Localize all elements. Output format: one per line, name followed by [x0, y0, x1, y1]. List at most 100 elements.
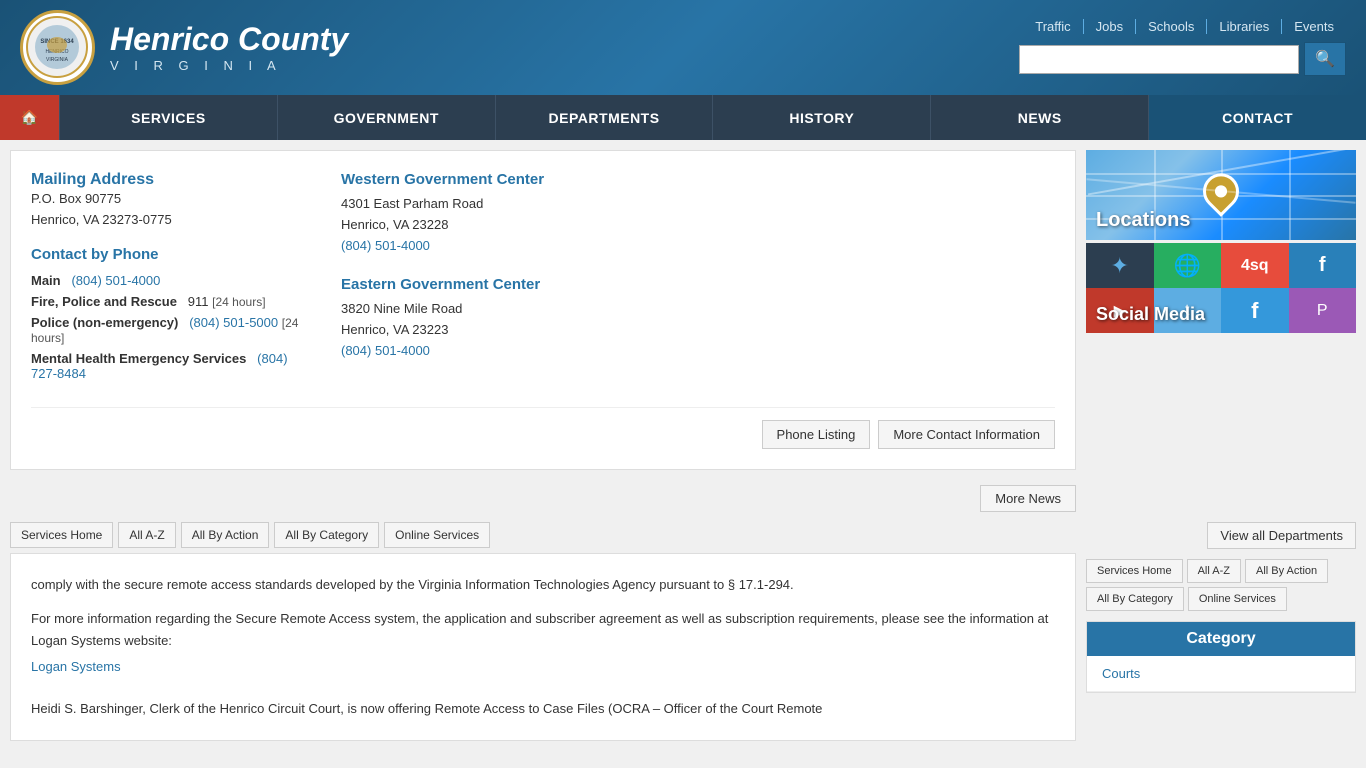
more-news-row: More News: [0, 480, 1086, 517]
social-media-label: Social Media: [1096, 304, 1205, 325]
header-right: TrafficJobsSchoolsLibrariesEvents 🔍: [1019, 19, 1346, 76]
map-pin-dot: [1213, 183, 1230, 200]
svc-nav-side-all-a-z[interactable]: All A-Z: [1187, 559, 1241, 583]
phone-section-title: Contact by Phone: [31, 246, 311, 263]
social-cell-fb2[interactable]: f: [1221, 288, 1289, 333]
phone-main-number[interactable]: (804) 501-4000: [71, 273, 160, 288]
mailing-address-title[interactable]: Mailing Address: [31, 171, 154, 188]
mailing-line2: Henrico, VA 23273-0775: [31, 212, 172, 227]
phone-mental-label: Mental Health Emergency Services: [31, 351, 246, 366]
nav-contact[interactable]: CONTACT: [1149, 95, 1366, 140]
content-para1: comply with the secure remote access sta…: [31, 574, 1055, 596]
county-virginia-text: V I R G I N I A: [110, 58, 348, 73]
header: SINCE 1634 HENRICO VIRGINIA Henrico Coun…: [0, 0, 1366, 95]
phone-police-label: Police (non-emergency): [31, 315, 178, 330]
contact-buttons: Phone Listing More Contact Information: [31, 407, 1055, 449]
phone-fire-note: [24 hours]: [212, 295, 265, 309]
top-links: TrafficJobsSchoolsLibrariesEvents: [1023, 19, 1346, 34]
logan-systems-link[interactable]: Logan Systems: [31, 659, 121, 674]
nav-news[interactable]: NEWS: [931, 95, 1149, 140]
phone-main-label: Main: [31, 273, 61, 288]
more-contact-button[interactable]: More Contact Information: [878, 420, 1055, 449]
top-link-events[interactable]: Events: [1282, 19, 1346, 34]
contact-right-col: Western Government Center 4301 East Parh…: [341, 171, 1055, 387]
eastern-addr1: 3820 Nine Mile Road: [341, 301, 462, 316]
svc-nav-services-home[interactable]: Services Home: [10, 522, 113, 548]
contact-panel: Mailing Address P.O. Box 90775 Henrico, …: [10, 150, 1076, 470]
social-cell-pin[interactable]: P: [1289, 288, 1357, 333]
phone-mental: Mental Health Emergency Services (804) 7…: [31, 351, 311, 381]
top-link-schools[interactable]: Schools: [1136, 19, 1207, 34]
western-phone[interactable]: (804) 501-4000: [341, 238, 430, 253]
top-link-traffic[interactable]: Traffic: [1023, 19, 1083, 34]
search-area: 🔍: [1019, 42, 1346, 76]
service-nav-row: Services HomeAll A-ZAll By ActionAll By …: [0, 517, 1086, 553]
svc-nav-side-all-by-category[interactable]: All By Category: [1086, 587, 1184, 611]
eastern-phone[interactable]: (804) 501-4000: [341, 343, 430, 358]
locations-box[interactable]: Locations: [1086, 150, 1356, 240]
category-title: Category: [1087, 622, 1355, 656]
search-input[interactable]: [1019, 45, 1299, 74]
view-all-row: View all Departments: [1086, 517, 1356, 554]
category-item-courts: Courts: [1087, 656, 1355, 692]
content-area: Services HomeAll A-ZAll By ActionAll By …: [0, 517, 1366, 751]
search-button[interactable]: 🔍: [1304, 42, 1346, 76]
county-name: Henrico County V I R G I N I A: [110, 22, 348, 72]
nav-departments[interactable]: DEPARTMENTS: [496, 95, 714, 140]
county-seal[interactable]: SINCE 1634 HENRICO VIRGINIA: [20, 10, 95, 85]
sidebar-bottom: View all Departments Services HomeAll A-…: [1086, 517, 1366, 751]
nav-services[interactable]: SERVICES: [60, 95, 278, 140]
phone-listing-button[interactable]: Phone Listing: [762, 420, 871, 449]
county-name-text: Henrico County: [110, 22, 348, 57]
contact-columns: Mailing Address P.O. Box 90775 Henrico, …: [31, 171, 1055, 387]
svg-text:VIRGINIA: VIRGINIA: [46, 57, 69, 63]
western-addr2: Henrico, VA 23228: [341, 217, 448, 232]
social-cell-foursquare[interactable]: 4sq: [1221, 243, 1289, 288]
category-box: Category Courts: [1086, 621, 1356, 693]
phone-police-number[interactable]: (804) 501-5000: [189, 315, 278, 330]
social-cell-facebook[interactable]: f: [1289, 243, 1357, 288]
eastern-center-title[interactable]: Eastern Government Center: [341, 276, 1055, 293]
phone-main: Main (804) 501-4000: [31, 273, 311, 288]
eastern-addr2: Henrico, VA 23223: [341, 322, 448, 337]
main-nav: 🏠 SERVICES GOVERNMENT DEPARTMENTS HISTOR…: [0, 95, 1366, 140]
western-address: 4301 East Parham Road Henrico, VA 23228 …: [341, 194, 1055, 256]
social-media-box[interactable]: ✦ 🌐 4sq f ▶ t f P Social Media: [1086, 243, 1356, 333]
social-cell-globe[interactable]: 🌐: [1154, 243, 1222, 288]
top-link-libraries[interactable]: Libraries: [1207, 19, 1282, 34]
svc-nav-all-a-z[interactable]: All A-Z: [118, 522, 175, 548]
social-cell-1[interactable]: ✦: [1086, 243, 1154, 288]
mailing-address: P.O. Box 90775 Henrico, VA 23273-0775: [31, 189, 311, 231]
view-all-departments-button[interactable]: View all Departments: [1207, 522, 1356, 549]
svc-nav-all-by-category[interactable]: All By Category: [274, 522, 379, 548]
western-center-title[interactable]: Western Government Center: [341, 171, 1055, 188]
more-news-button[interactable]: More News: [980, 485, 1076, 512]
top-section: Mailing Address P.O. Box 90775 Henrico, …: [0, 140, 1366, 517]
nav-history[interactable]: HISTORY: [713, 95, 931, 140]
right-sidebar: Locations ✦ 🌐 4sq f ▶ t f P Social Media: [1086, 140, 1366, 517]
map-road-v3: [1289, 150, 1291, 240]
nav-home[interactable]: 🏠: [0, 95, 60, 140]
western-addr1: 4301 East Parham Road: [341, 196, 483, 211]
svc-nav-side-services-home[interactable]: Services Home: [1086, 559, 1183, 583]
content-para3: Heidi S. Barshinger, Clerk of the Henric…: [31, 698, 1055, 720]
courts-link[interactable]: Courts: [1102, 666, 1140, 681]
svc-nav-online-services[interactable]: Online Services: [384, 522, 490, 548]
contact-left-col: Mailing Address P.O. Box 90775 Henrico, …: [31, 171, 311, 387]
western-gov-center: Western Government Center 4301 East Parh…: [341, 171, 1055, 256]
svc-nav-side-all-by-action[interactable]: All By Action: [1245, 559, 1328, 583]
seal-svg: SINCE 1634 HENRICO VIRGINIA: [25, 15, 90, 80]
top-link-jobs[interactable]: Jobs: [1084, 19, 1136, 34]
top-left-main: Mailing Address P.O. Box 90775 Henrico, …: [0, 140, 1086, 517]
phone-police: Police (non-emergency) (804) 501-5000 [2…: [31, 315, 311, 345]
phone-fire-label: Fire, Police and Rescue: [31, 294, 177, 309]
mailing-line1: P.O. Box 90775: [31, 191, 121, 206]
eastern-gov-center: Eastern Government Center 3820 Nine Mile…: [341, 276, 1055, 361]
nav-government[interactable]: GOVERNMENT: [278, 95, 496, 140]
phone-fire: Fire, Police and Rescue 911 [24 hours]: [31, 294, 311, 309]
eastern-address: 3820 Nine Mile Road Henrico, VA 23223 (8…: [341, 299, 1055, 361]
content-para2: For more information regarding the Secur…: [31, 608, 1055, 652]
svc-nav-side-online-services[interactable]: Online Services: [1188, 587, 1287, 611]
main-content: comply with the secure remote access sta…: [10, 553, 1076, 741]
svc-nav-all-by-action[interactable]: All By Action: [181, 522, 270, 548]
